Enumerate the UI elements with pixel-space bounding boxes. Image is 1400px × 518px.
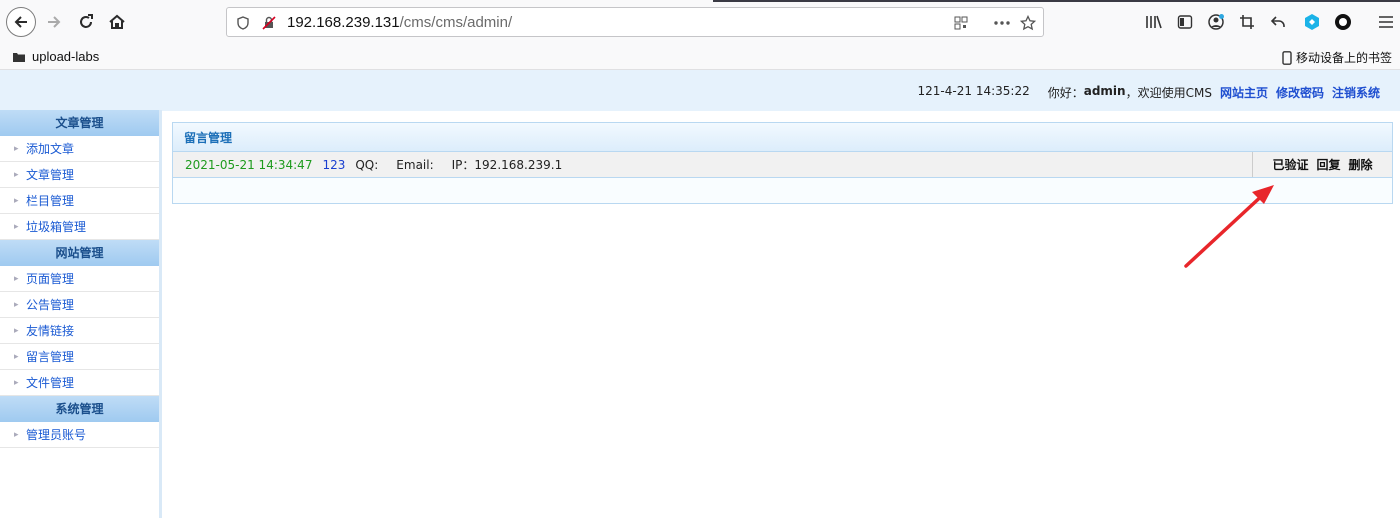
forward-arrow-icon [48,16,61,28]
bookmarks-bar: upload-labs 移动设备上的书签 [0,44,1400,70]
delete-button[interactable]: 删除 [1349,156,1373,173]
home-button[interactable] [103,8,131,36]
sidebar-item-add-article[interactable]: 添加文章 [0,136,159,162]
url-bar[interactable]: 192.168.239.131/cms/cms/admin/ [226,7,1044,37]
sidebar-item-page-manage[interactable]: 页面管理 [0,266,159,292]
panel-title: 留言管理 [172,122,1393,152]
forward-button[interactable] [40,8,68,36]
sidebar-group-articles[interactable]: 文章管理 [0,110,159,136]
change-password-link[interactable]: 修改密码 [1276,84,1324,101]
mobile-bookmarks[interactable]: 移动设备上的书签 [1282,49,1392,66]
bookmark-upload-labs[interactable]: upload-labs [12,49,99,64]
site-home-link[interactable]: 网站主页 [1220,84,1268,101]
greeting-prefix: 你好： [1047,86,1084,100]
sidebar-item-file-manage[interactable]: 文件管理 [0,370,159,396]
bookmark-label: upload-labs [32,49,100,64]
annotation-arrow-icon [1184,185,1274,268]
sidebar-item-notice-manage[interactable]: 公告管理 [0,292,159,318]
message-date: 2021-05-21 14:34:47 [185,157,313,172]
reload-icon [80,14,93,28]
browser-toolbar: 192.168.239.131/cms/cms/admin/ [0,0,1400,44]
url-host: 192.168.239.131 [287,14,400,31]
qr-code-icon[interactable] [953,15,969,31]
server-time: 121-4-21 14:35:22 [917,84,1030,98]
cms-admin-page: 121-4-21 14:35:22 你好： admin ，欢迎使用CMS 网站主… [0,70,1400,518]
account-icon[interactable] [1206,12,1226,32]
undo-icon[interactable] [1268,12,1288,32]
sidebar-toggle-icon[interactable] [1175,12,1195,32]
sidebar-item-friend-links[interactable]: 友情链接 [0,318,159,344]
library-icon[interactable] [1144,12,1164,32]
url-text[interactable]: 192.168.239.131/cms/cms/admin/ [287,14,512,31]
message-actions: 已验证 回复 删除 [1252,152,1392,177]
sidebar-group-system[interactable]: 系统管理 [0,396,159,422]
admin-header: 121-4-21 14:35:22 你好： admin ，欢迎使用CMS 网站主… [0,70,1400,111]
folder-icon [13,52,25,62]
sidebar-item-message-manage[interactable]: 留言管理 [0,344,159,370]
sidebar-group-site[interactable]: 网站管理 [0,240,159,266]
reload-button[interactable] [72,8,100,36]
sidebar-item-admin-accounts[interactable]: 管理员账号 [0,422,159,448]
home-icon [109,14,125,29]
message-ip: IP：192.168.239.1 [451,158,563,172]
sidebar-item-column-manage[interactable]: 栏目管理 [0,188,159,214]
message-author[interactable]: 123 [322,158,345,172]
screenshot-crop-icon[interactable] [1237,12,1257,32]
verified-button[interactable]: 已验证 [1272,156,1308,173]
extension-circle-icon[interactable] [1333,12,1353,32]
mobile-device-icon [1282,50,1292,65]
insecure-lock-icon[interactable] [261,15,277,31]
tab-strip-line [713,0,1400,2]
menu-icon[interactable] [1376,12,1396,32]
extension-hex-icon[interactable] [1302,12,1322,32]
reply-button[interactable]: 回复 [1316,156,1340,173]
star-bookmark-icon[interactable] [1020,15,1036,31]
shield-icon[interactable] [235,15,251,31]
back-button[interactable] [6,7,36,37]
sidebar-item-article-manage[interactable]: 文章管理 [0,162,159,188]
message-email: Email: [396,157,434,172]
message-qq: QQ: [355,157,379,172]
mobile-bookmarks-label: 移动设备上的书签 [1295,51,1392,65]
message-row: 2021-05-21 14:34:47 123 QQ: Email: IP：19… [172,152,1393,178]
sidebar-item-trash-manage[interactable]: 垃圾箱管理 [0,214,159,240]
sidebar: 文章管理 添加文章 文章管理 栏目管理 垃圾箱管理 网站管理 页面管理 公告管理… [0,110,162,518]
header-info: 121-4-21 14:35:22 你好： admin ，欢迎使用CMS 网站主… [918,84,1380,101]
logout-link[interactable]: 注销系统 [1332,84,1380,101]
greeting-suffix: ，欢迎使用CMS [1125,86,1212,100]
back-arrow-icon [14,16,27,28]
current-user: admin [1083,84,1126,98]
more-actions-icon[interactable] [991,15,1013,31]
url-path: /cms/cms/admin/ [399,14,513,31]
